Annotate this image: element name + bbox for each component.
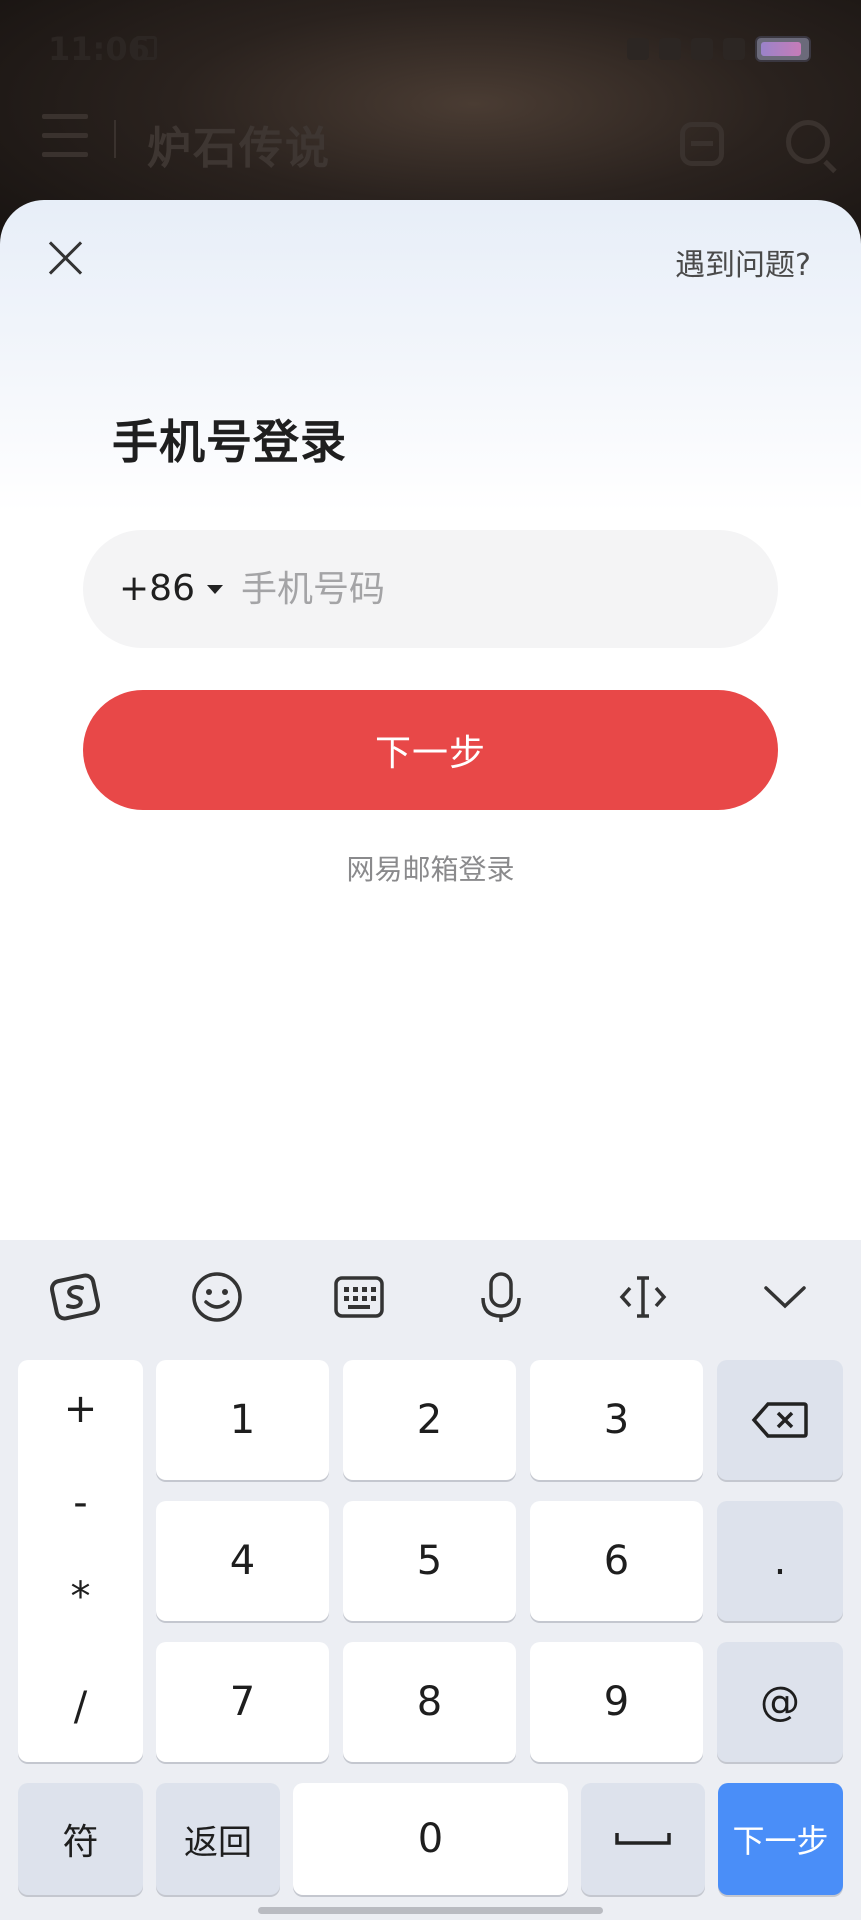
nfc-icon — [691, 38, 713, 60]
space-icon — [615, 1833, 671, 1845]
wifi-icon — [723, 38, 745, 60]
dot-key[interactable]: . — [717, 1501, 843, 1621]
login-title: 手机号登录 — [112, 415, 347, 469]
mute-icon — [627, 38, 649, 60]
signal-icon — [659, 38, 681, 60]
keyboard-icon[interactable] — [332, 1270, 386, 1324]
key-5[interactable]: 5 — [343, 1501, 516, 1621]
app-header: 炉石传说 — [0, 100, 861, 200]
key-9[interactable]: 9 — [530, 1642, 703, 1762]
enter-next-key[interactable]: 下一步 — [718, 1783, 843, 1895]
app-title: 炉石传说 — [147, 123, 331, 174]
collapse-chevron-icon[interactable] — [758, 1270, 812, 1324]
battery-icon — [755, 36, 811, 62]
menu-icon[interactable] — [42, 114, 88, 160]
email-login-link[interactable]: 网易邮箱登录 — [0, 848, 861, 888]
close-icon[interactable] — [44, 236, 88, 280]
caret-down-icon — [206, 585, 223, 594]
microphone-icon[interactable] — [474, 1270, 528, 1324]
key-3[interactable]: 3 — [530, 1360, 703, 1480]
asterisk-key[interactable]: * — [18, 1574, 143, 1620]
key-7[interactable]: 7 — [156, 1642, 329, 1762]
plus-key[interactable]: + — [18, 1386, 143, 1432]
keyboard-toolbar — [0, 1240, 861, 1352]
space-key[interactable] — [581, 1783, 705, 1895]
scan-icon[interactable] — [680, 122, 724, 166]
key-8[interactable]: 8 — [343, 1642, 516, 1762]
minus-key[interactable]: - — [18, 1480, 143, 1526]
phone-input-row: +86 — [83, 530, 778, 648]
backspace-icon — [751, 1402, 808, 1438]
soft-keyboard: + - * / 1 2 3 4 5 6 . 7 8 9 @ 符 返回 0 下一步 — [0, 1240, 861, 1920]
slash-key[interactable]: / — [18, 1684, 143, 1730]
cursor-icon[interactable] — [616, 1270, 670, 1324]
emoji-icon[interactable] — [190, 1270, 244, 1324]
header-divider — [114, 120, 116, 158]
at-key[interactable]: @ — [717, 1642, 843, 1762]
status-icons — [627, 36, 811, 62]
country-code-label: +86 — [119, 568, 195, 609]
next-button[interactable]: 下一步 — [83, 690, 778, 810]
key-0[interactable]: 0 — [293, 1783, 568, 1895]
sogou-logo-icon[interactable] — [48, 1270, 102, 1324]
help-link[interactable]: 遇到问题? — [675, 240, 811, 284]
symbols-key[interactable]: 符 — [18, 1783, 143, 1895]
key-6[interactable]: 6 — [530, 1501, 703, 1621]
home-indicator — [258, 1907, 603, 1914]
status-bar: 11:06 — [0, 0, 861, 100]
return-key[interactable]: 返回 — [156, 1783, 280, 1895]
key-1[interactable]: 1 — [156, 1360, 329, 1480]
country-code-selector[interactable]: +86 — [119, 568, 223, 609]
symbol-column: + - * / — [18, 1360, 143, 1762]
key-4[interactable]: 4 — [156, 1501, 329, 1621]
search-icon[interactable] — [786, 120, 830, 164]
backspace-key[interactable] — [717, 1360, 843, 1480]
key-2[interactable]: 2 — [343, 1360, 516, 1480]
phone-number-input[interactable] — [241, 558, 741, 620]
sim-icon — [135, 36, 157, 60]
login-sheet: 遇到问题? 手机号登录 +86 下一步 网易邮箱登录 — [0, 200, 861, 1240]
